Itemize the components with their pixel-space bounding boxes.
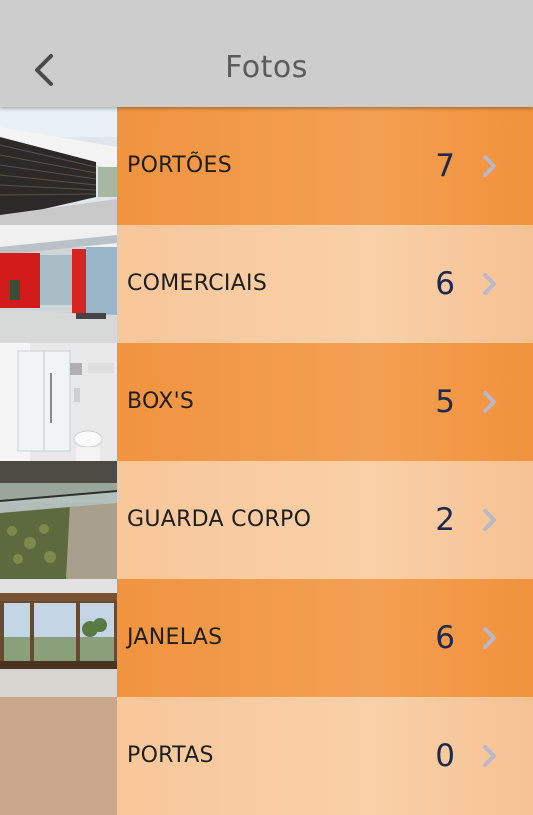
category-label: JANELAS xyxy=(127,625,223,650)
door-placeholder xyxy=(0,697,117,815)
photo-count: 0 xyxy=(435,738,455,774)
list-item-comerciais[interactable]: COMERCIAIS 6 xyxy=(0,225,533,343)
category-label: PORTÕES xyxy=(127,153,232,178)
list-item-janelas[interactable]: JANELAS 6 xyxy=(0,579,533,697)
nav-header: Fotos xyxy=(0,0,533,107)
chevron-right-icon xyxy=(483,627,496,649)
list-item-guarda-corpo[interactable]: GUARDA CORPO 2 xyxy=(0,461,533,579)
list-item-boxs[interactable]: BOX'S 5 xyxy=(0,343,533,461)
category-list: PORTÕES 7 COMERCIAIS 6 BOX'S 5 GUARDA CO… xyxy=(0,107,533,815)
category-label: GUARDA CORPO xyxy=(127,507,312,532)
storefront-photo xyxy=(0,225,117,343)
category-label: COMERCIAIS xyxy=(127,271,268,296)
chevron-right-icon xyxy=(483,391,496,413)
photo-count: 6 xyxy=(435,266,455,302)
category-label: BOX'S xyxy=(127,389,195,414)
photo-count: 7 xyxy=(435,148,455,184)
photo-count: 5 xyxy=(435,384,455,420)
window-view-photo xyxy=(0,579,117,697)
chevron-right-icon xyxy=(483,509,496,531)
list-item-portoes[interactable]: PORTÕES 7 xyxy=(0,107,533,225)
slatted-gate-photo xyxy=(0,107,117,225)
photo-count: 6 xyxy=(435,620,455,656)
chevron-right-icon xyxy=(483,745,496,767)
chevron-right-icon xyxy=(483,155,496,177)
category-label: PORTAS xyxy=(127,743,214,768)
chevron-right-icon xyxy=(483,273,496,295)
shower-box-photo xyxy=(0,343,117,461)
list-item-portas[interactable]: PORTAS 0 xyxy=(0,697,533,815)
photo-count: 2 xyxy=(435,502,455,538)
glass-railing-photo xyxy=(0,461,117,579)
page-title: Fotos xyxy=(225,50,308,85)
